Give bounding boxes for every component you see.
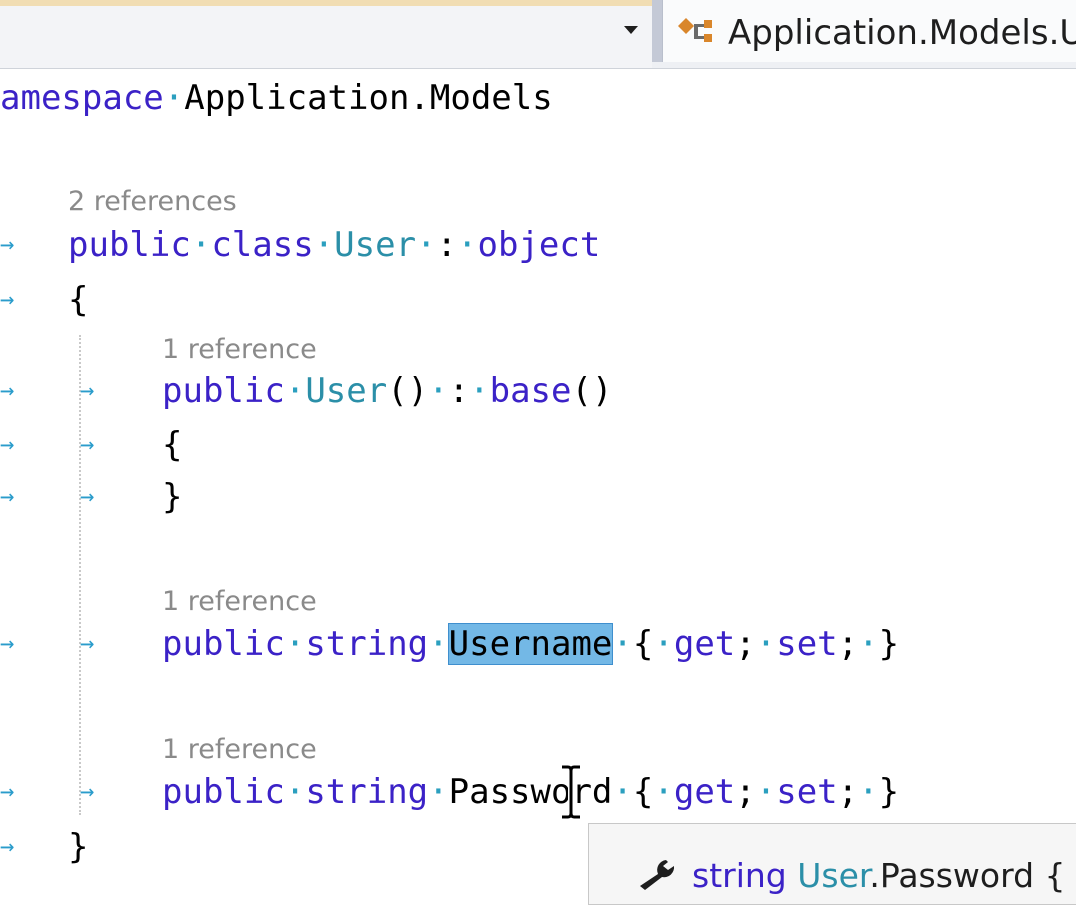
namespace-name: Application.Models [184, 78, 553, 118]
tab-arrow-icon: → [80, 482, 95, 510]
class-open-brace: { [68, 280, 89, 320]
codelens-username-references[interactable]: 1 reference [162, 586, 317, 617]
codelens-password-references[interactable]: 1 reference [162, 734, 317, 765]
tab-arrow-icon: → [0, 832, 15, 860]
project-dropdown[interactable] [0, 6, 652, 68]
text-cursor-icon [562, 764, 580, 820]
tab-arrow-icon: → [0, 482, 15, 510]
username-property[interactable]: public·string·Username·{·get;·set;·} [162, 623, 899, 665]
indent-guide [79, 335, 81, 815]
tab-arrow-icon: → [80, 629, 95, 657]
namespace-keyword: amespace [0, 78, 164, 118]
tab-arrow-icon: → [0, 629, 15, 657]
class-icon [678, 18, 712, 42]
tab-arrow-icon: → [0, 285, 15, 313]
tab-arrow-icon: → [0, 230, 15, 258]
tooltip-signature: string User.Password { [692, 856, 1066, 895]
tab-arrow-icon: → [80, 376, 95, 404]
codelens-class-references[interactable]: 2 references [68, 186, 237, 217]
navbar-separator [652, 0, 662, 62]
chevron-down-icon[interactable] [624, 26, 638, 34]
class-close-brace: } [68, 827, 89, 867]
namespace-declaration[interactable]: amespace·Application.Models [0, 78, 553, 118]
tab-arrow-icon: → [80, 430, 95, 458]
tab-arrow-icon: → [0, 777, 15, 805]
username-selection[interactable]: Username [447, 623, 614, 665]
ctor-open-brace: { [162, 425, 183, 465]
tab-arrow-icon: → [80, 777, 95, 805]
tab-arrow-icon: → [0, 430, 15, 458]
type-dropdown-label: Application.Models.U [728, 13, 1076, 53]
ctor-close-brace: } [162, 477, 183, 517]
wrench-icon [640, 860, 675, 890]
constructor-declaration[interactable]: public·User()·:·base() [162, 371, 612, 411]
tab-arrow-icon: → [0, 376, 15, 404]
password-property[interactable]: public·string·Password·{·get;·set;·} [162, 772, 899, 812]
password-name: Password [448, 772, 613, 812]
class-declaration[interactable]: public·class·User·:·object [68, 225, 600, 265]
class-name: User [334, 225, 417, 265]
codelens-ctor-references[interactable]: 1 reference [162, 334, 317, 365]
